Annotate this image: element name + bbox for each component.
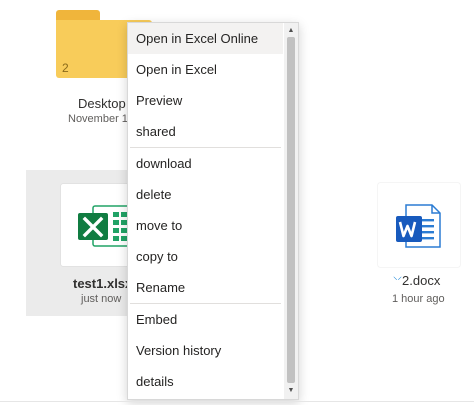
file-modified: 1 hour ago: [392, 293, 445, 305]
menu-item-embed[interactable]: Embed: [128, 304, 283, 335]
menu-item-move-to[interactable]: move to: [128, 210, 283, 241]
file-name: 2.docx: [402, 273, 441, 288]
context-menu: Open in Excel Online Open in Excel Previ…: [127, 22, 299, 400]
menu-item-delete[interactable]: delete: [128, 179, 283, 210]
menu-item-rename[interactable]: Rename: [128, 272, 283, 303]
menu-item-open-in-excel[interactable]: Open in Excel: [128, 54, 283, 85]
menu-item-open-in-excel-online[interactable]: Open in Excel Online: [128, 23, 283, 54]
menu-item-copy-to[interactable]: copy to: [128, 241, 283, 272]
file-modified: just now: [81, 293, 122, 305]
scroll-down-arrow-icon[interactable]: ▼: [284, 385, 298, 397]
menu-item-preview[interactable]: Preview: [128, 85, 283, 116]
menu-item-version-history[interactable]: Version history: [128, 335, 283, 366]
context-menu-scrollbar[interactable]: ▲ ▼: [284, 23, 298, 399]
scroll-up-arrow-icon[interactable]: ▲: [284, 25, 298, 37]
shared-indicator-icon: ⸌⸍: [393, 275, 403, 285]
scrollbar-thumb[interactable]: [287, 37, 295, 383]
context-menu-list: Open in Excel Online Open in Excel Previ…: [128, 23, 283, 397]
divider: [0, 401, 474, 402]
menu-item-details[interactable]: details: [128, 366, 283, 397]
folder-item-count: 2: [62, 61, 69, 75]
menu-item-shared[interactable]: shared: [128, 116, 283, 147]
word-file-thumbnail: [378, 183, 460, 267]
word-icon: [396, 204, 441, 248]
folder-date: November 1: [68, 113, 128, 125]
menu-item-download[interactable]: download: [128, 148, 283, 179]
folder-name: Desktop: [78, 96, 126, 111]
file-name: test1.xlsx: [73, 276, 133, 291]
